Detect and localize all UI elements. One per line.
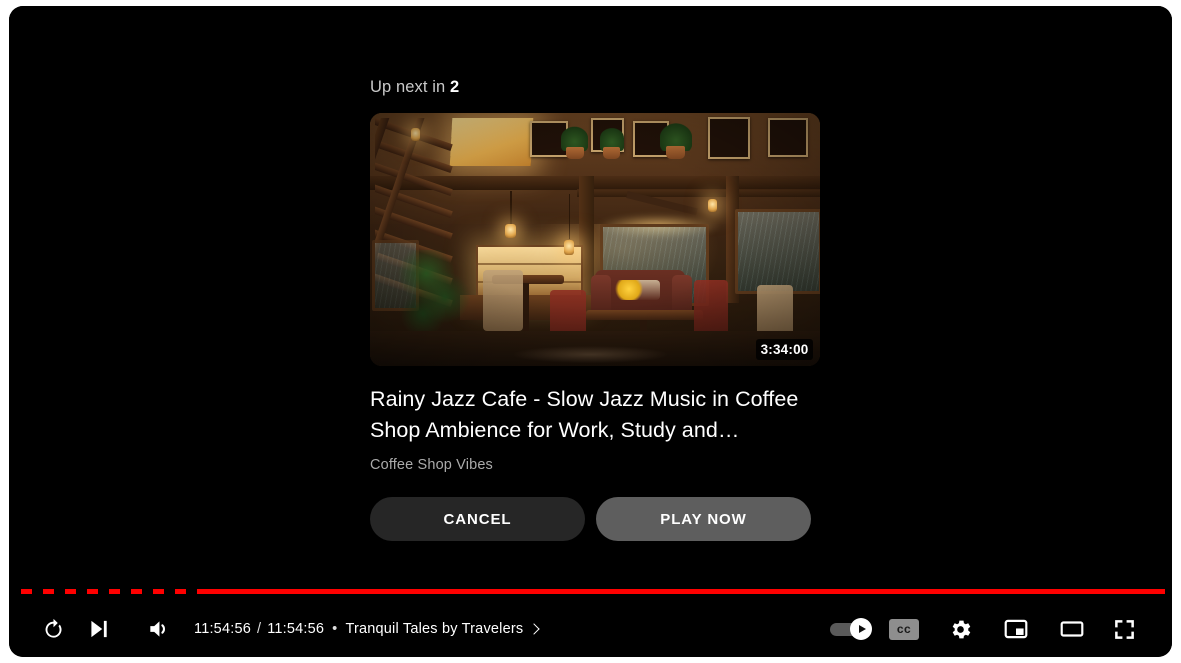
fullscreen-button[interactable] [1100,606,1148,652]
chevron-right-icon [528,622,540,635]
miniplayer-button[interactable] [988,606,1044,652]
total-time: 11:54:56 [267,621,325,637]
gear-icon [948,617,973,642]
time-display: 11:54:56 / 11:54:56 • Tranquil Tales by … [182,621,544,637]
volume-button[interactable] [136,606,182,652]
next-video-icon [86,616,112,642]
replay-icon [40,616,67,643]
up-next-countdown-label: Up next in 2 [361,78,811,97]
cancel-button[interactable]: CANCEL [370,497,585,541]
up-next-actions: CANCEL PLAY NOW [370,497,811,541]
up-next-card: Up next in 2 3:34:00 Rainy Jazz Cafe - S… [361,78,820,541]
controls-row: 11:54:56 / 11:54:56 • Tranquil Tales by … [9,601,1172,657]
thumbnail-duration-badge: 3:34:00 [756,339,813,360]
theater-mode-button[interactable] [1044,606,1100,652]
time-separator: / [256,621,262,637]
video-player[interactable]: Up next in 2 3:34:00 Rainy Jazz Cafe - S… [9,6,1172,657]
subtitles-button[interactable]: cc [876,606,932,652]
theater-mode-icon [1059,616,1085,642]
chapter-title-button[interactable]: Tranquil Tales by Travelers [345,621,540,637]
chapter-markers [21,588,197,595]
up-next-channel-name[interactable]: Coffee Shop Vibes [370,457,811,473]
miniplayer-icon [1003,616,1029,642]
progress-bar[interactable] [21,585,1165,597]
settings-button[interactable] [932,606,988,652]
up-next-label-text: Up next in [370,78,446,96]
up-next-overlay: Up next in 2 3:34:00 Rainy Jazz Cafe - S… [9,6,1172,657]
controls-right-group: cc [822,606,1172,652]
thumbnail-artwork [370,113,820,366]
chapter-title: Tranquil Tales by Travelers [345,621,524,637]
up-next-countdown-number: 2 [449,78,460,96]
controls-left-group: 11:54:56 / 11:54:56 • Tranquil Tales by … [9,606,544,652]
up-next-thumbnail[interactable]: 3:34:00 [370,113,820,366]
fullscreen-icon [1112,617,1137,642]
play-now-button[interactable]: PLAY NOW [596,497,811,541]
autoplay-toggle[interactable] [822,606,876,652]
chapter-bullet: • [332,621,338,637]
replay-button[interactable] [30,606,76,652]
volume-high-icon [146,616,172,642]
autoplay-toggle-icon [830,618,872,640]
current-time: 11:54:56 [194,621,251,637]
up-next-video-title[interactable]: Rainy Jazz Cafe - Slow Jazz Music in Cof… [370,384,811,446]
player-controls-bar: 11:54:56 / 11:54:56 • Tranquil Tales by … [9,585,1172,657]
next-video-button[interactable] [76,606,122,652]
closed-captions-icon: cc [889,618,919,640]
